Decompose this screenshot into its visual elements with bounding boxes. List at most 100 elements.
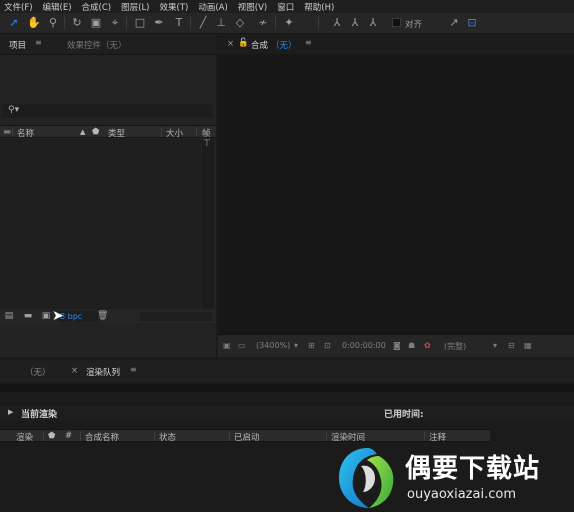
channel-icon[interactable]: ✿ [424, 341, 431, 350]
snap-features-icon[interactable]: ⊡ [465, 16, 479, 30]
column-divider [43, 431, 44, 441]
toolbar-divider [275, 17, 276, 29]
zoom-tool-icon[interactable]: ⚲ [46, 16, 60, 30]
tab-timeline-none[interactable]: （无） [25, 366, 51, 378]
bottom-tab-bar: （无） × 渲染队列 ≡ [0, 360, 574, 382]
snap-label: 对齐 [405, 20, 423, 30]
project-scrollbar[interactable]: ⊤ [202, 139, 214, 309]
brush-tool-icon[interactable]: ╱ [196, 16, 210, 30]
selection-tool-icon[interactable]: ➚ [7, 16, 21, 30]
local-axis-icon[interactable]: ⅄ [330, 16, 344, 30]
column-divider [12, 127, 13, 137]
expand-triangle-icon[interactable]: ▶ [8, 408, 13, 416]
grid-guide-icon[interactable]: ⊞ [308, 341, 315, 350]
transparency-grid-icon[interactable]: ▦ [524, 341, 532, 350]
watermark-site-name: 偶要下载站 [405, 454, 541, 484]
region-of-interest-icon[interactable]: ⊟ [508, 341, 515, 350]
tab-effect-controls[interactable]: 效果控件（无） [67, 39, 127, 51]
menu-edit[interactable]: 编辑(E) [43, 1, 72, 13]
column-divider [161, 127, 162, 137]
bit-depth-button[interactable]: 8 bpc [58, 311, 98, 322]
composition-name[interactable]: （无） [271, 39, 297, 51]
pan-behind-tool-icon[interactable]: ⌖ [108, 16, 122, 30]
trash-icon[interactable]: 🗑 [97, 311, 108, 321]
tab-render-queue[interactable]: 渲染队列 [86, 366, 120, 378]
close-tab-icon[interactable]: × [71, 366, 78, 376]
column-type[interactable]: 类型 [108, 127, 125, 139]
menu-layer[interactable]: 图层(L) [121, 1, 149, 13]
render-progress-bar [0, 384, 574, 392]
menu-animation[interactable]: 动画(A) [198, 1, 227, 13]
panel-menu-icon[interactable]: ≡ [130, 365, 138, 374]
new-folder-icon[interactable]: ▬ [23, 311, 33, 321]
panel-menu-icon[interactable]: ≡ [35, 38, 43, 47]
chevron-down-icon[interactable]: ▾ [493, 341, 497, 350]
footer-scroll-track[interactable] [140, 312, 212, 321]
column-name[interactable]: 名称 [17, 127, 34, 139]
logo-swirl-icon [339, 448, 394, 508]
new-composition-icon[interactable]: ▣ [41, 311, 51, 321]
close-tab-icon[interactable]: × [227, 39, 234, 49]
always-preview-icon[interactable]: ▣ [223, 341, 231, 350]
project-search[interactable]: ⚲▾ [2, 104, 213, 118]
current-time[interactable]: 0:00:00:00 [342, 341, 386, 350]
type-tool-icon[interactable]: T [172, 16, 186, 30]
column-number[interactable]: # [65, 431, 72, 441]
tag-icon[interactable]: ⬟ [92, 127, 99, 137]
current-render-row: ▶ 当前渲染 已用时间: [0, 406, 574, 420]
menu-bar: 文件(F) 编辑(E) 合成(C) 图层(L) 效果(T) 动画(A) 视图(V… [0, 0, 574, 13]
project-item-list[interactable] [0, 139, 201, 309]
snap-edges-icon[interactable]: ↗ [447, 16, 461, 30]
snapshot-icon[interactable]: ◙ [393, 341, 401, 350]
column-divider [196, 127, 197, 137]
watermark-site-url: ouyaoxiazai.com [407, 487, 516, 502]
clone-stamp-tool-icon[interactable]: ⊥ [214, 16, 228, 30]
lock-icon[interactable]: 🔓 [238, 38, 249, 48]
camera-tool-icon[interactable]: ▣ [89, 16, 103, 30]
resolution[interactable]: (完整) [444, 341, 466, 352]
monitor-icon[interactable]: ▭ [238, 341, 246, 350]
tab-divider [0, 54, 216, 55]
view-axis-icon[interactable]: ⅄ [366, 16, 380, 30]
column-divider [229, 431, 230, 441]
menu-window[interactable]: 窗口 [277, 1, 294, 13]
hand-tool-icon[interactable]: ✋ [27, 16, 41, 30]
menu-file[interactable]: 文件(F) [4, 1, 33, 13]
tag-icon[interactable]: ⬟ [48, 431, 55, 441]
toolbar-divider [318, 17, 319, 29]
rotation-tool-icon[interactable]: ↻ [70, 16, 84, 30]
world-axis-icon[interactable]: ⅄ [348, 16, 362, 30]
sort-ascending-icon[interactable]: ▲ [80, 128, 85, 136]
search-icon[interactable]: ⚲▾ [8, 105, 19, 115]
toolbar-divider [126, 17, 127, 29]
menu-view[interactable]: 视图(V) [238, 1, 267, 13]
tab-composition[interactable]: 合成 [251, 39, 268, 51]
project-column-header: ▬ 名称 ▲ ⬟ 类型 大小 帧 [0, 125, 216, 139]
rectangle-tool-icon[interactable]: □ [133, 16, 147, 30]
menu-composition[interactable]: 合成(C) [82, 1, 112, 13]
flowchart-icon[interactable]: ⊤ [203, 139, 211, 149]
puppet-pin-tool-icon[interactable]: ✦ [282, 16, 296, 30]
column-frame[interactable]: 帧 [202, 127, 211, 139]
panel-menu-icon[interactable]: ≡ [305, 38, 313, 47]
zoom-level[interactable]: (3400%) [256, 341, 290, 350]
current-render-label: 当前渲染 [21, 410, 58, 420]
tab-project[interactable]: 项目 [9, 39, 26, 51]
column-size[interactable]: 大小 [166, 127, 183, 139]
label-column-icon[interactable]: ▬ [3, 127, 11, 137]
composition-footer: ▣ ▭ (3400%) ▾ ⊞ ⊡ 0:00:00:00 ◙ ☗ ✿ (完整) … [218, 334, 574, 357]
roto-brush-tool-icon[interactable]: ≁ [256, 16, 270, 30]
tools-toolbar: ➚ ✋ ⚲ ↻ ▣ ⌖ □ ✒ T ╱ ⊥ ◇ ≁ ✦ ⅄ ⅄ ⅄ 对齐 ↗ ⊡ [0, 13, 574, 34]
eraser-tool-icon[interactable]: ◇ [233, 16, 247, 30]
mask-visibility-icon[interactable]: ⊡ [324, 341, 331, 350]
column-divider [80, 431, 81, 441]
chevron-down-icon[interactable]: ▾ [294, 341, 298, 350]
pen-tool-icon[interactable]: ✒ [152, 16, 166, 30]
snap-checkbox[interactable] [392, 18, 401, 27]
menu-help[interactable]: 帮助(H) [304, 1, 334, 13]
column-divider [154, 431, 155, 441]
composition-viewer[interactable] [218, 54, 574, 334]
menu-effect[interactable]: 效果(T) [160, 1, 189, 13]
interpret-footage-icon[interactable]: ▤ [4, 311, 14, 321]
show-snapshot-icon[interactable]: ☗ [408, 341, 415, 350]
